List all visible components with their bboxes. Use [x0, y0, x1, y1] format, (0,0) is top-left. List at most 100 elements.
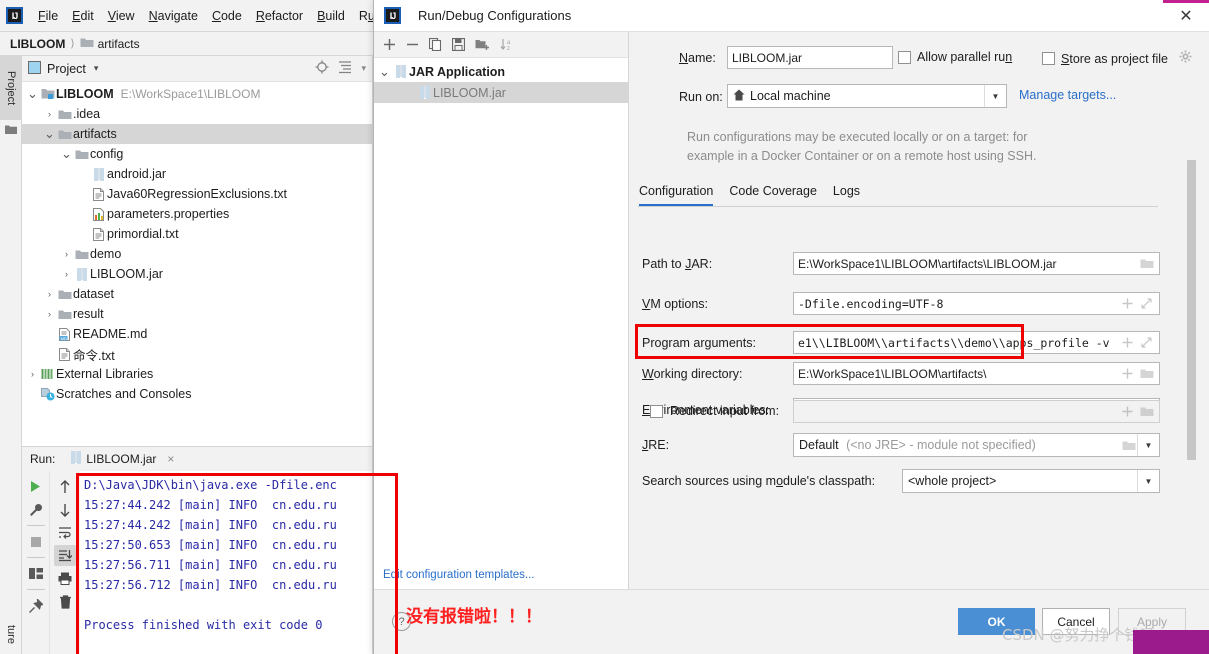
edit-configuration-templates-link[interactable]: Edit configuration templates... — [383, 569, 535, 581]
breadcrumb-item[interactable]: artifacts — [98, 37, 140, 51]
screenshot-root: IJ File Edit View Navigate Code Refactor… — [0, 0, 1209, 654]
chevron-down-icon[interactable]: ⌄ — [60, 147, 73, 160]
allow-parallel-run-checkbox[interactable] — [898, 50, 911, 64]
plus-icon[interactable] — [1119, 337, 1136, 348]
expand-icon[interactable] — [1138, 337, 1155, 348]
chevron-down-icon[interactable]: ▾ — [94, 63, 99, 74]
chevron-down-icon[interactable]: ▾ — [361, 63, 366, 74]
close-icon[interactable]: ✕ — [1163, 0, 1209, 32]
chevron-right-icon[interactable]: › — [60, 269, 73, 279]
tab-configuration[interactable]: Configuration — [639, 184, 714, 206]
print-icon[interactable] — [54, 568, 76, 589]
chevron-down-icon[interactable]: ⌄ — [377, 65, 392, 78]
tree-row[interactable]: Scratches and Consoles — [22, 384, 372, 404]
chevron-down-icon[interactable]: ⌄ — [26, 87, 39, 100]
tree-row[interactable]: parameters.properties — [22, 204, 372, 224]
tree-row[interactable]: › LIBLOOM.jar — [22, 264, 372, 284]
tree-row[interactable]: › dataset — [22, 284, 372, 304]
pin-icon[interactable] — [25, 595, 47, 616]
down-arrow-icon[interactable] — [54, 499, 76, 520]
jre-combobox[interactable]: Default (<no JRE> - module not specified… — [793, 433, 1160, 457]
tree-row[interactable]: › .idea — [22, 104, 372, 124]
folder-icon[interactable] — [1120, 440, 1137, 451]
field-label-0: Path to JAR: — [642, 257, 713, 271]
soft-wrap-icon[interactable] — [54, 522, 76, 543]
sidebar-item-structure[interactable]: ture — [0, 614, 22, 654]
menu-refactor[interactable]: Refactor — [249, 6, 310, 26]
tab-code-coverage[interactable]: Code Coverage — [729, 184, 817, 206]
plus-icon[interactable] — [1119, 298, 1136, 309]
field-input-0[interactable]: E:\WorkSpace1\LIBLOOM\artifacts\LIBLOOM.… — [793, 252, 1160, 275]
chevron-right-icon[interactable]: › — [43, 289, 56, 299]
field-input-2[interactable]: e1\\LIBLOOM\\artifacts\\demo\\apps_profi… — [793, 331, 1160, 354]
tree-row[interactable]: MD README.md — [22, 324, 372, 344]
menu-build[interactable]: Build — [310, 6, 352, 26]
chevron-down-icon[interactable]: ▼ — [1137, 470, 1159, 492]
tree-row[interactable]: ⌄ config — [22, 144, 372, 164]
gear-icon[interactable] — [1179, 50, 1193, 67]
menu-navigate[interactable]: Navigate — [142, 6, 205, 26]
tree-item-label: artifacts — [73, 127, 117, 141]
manage-targets-link[interactable]: Manage targets... — [1019, 88, 1116, 102]
scroll-to-end-icon[interactable] — [54, 545, 76, 566]
name-input[interactable]: LIBLOOM.jar — [727, 46, 893, 69]
wrench-icon[interactable] — [25, 499, 47, 520]
redirect-input-checkbox[interactable] — [650, 404, 663, 418]
sort-alphabetically-icon[interactable]: az — [500, 38, 514, 51]
folder-icon[interactable] — [1138, 368, 1155, 379]
chevron-down-icon[interactable]: ▼ — [984, 85, 1006, 107]
add-icon[interactable] — [383, 38, 396, 51]
tree-row[interactable]: primordial.txt — [22, 224, 372, 244]
tree-row[interactable]: 命令.txt — [22, 344, 372, 364]
console-output[interactable]: D:\Java\JDK\bin\java.exe -Dfile.enc 15:27… — [80, 471, 372, 654]
layout-icon[interactable] — [25, 563, 47, 584]
configuration-tree-row[interactable]: ⌄ JAR Application — [374, 61, 628, 82]
tree-row[interactable]: › External Libraries — [22, 364, 372, 384]
tab-logs[interactable]: Logs — [833, 184, 860, 206]
copy-icon[interactable] — [429, 38, 442, 51]
new-folder-icon[interactable] — [475, 38, 490, 51]
chevron-down-icon[interactable]: ▼ — [1137, 434, 1159, 456]
collapse-all-icon[interactable] — [338, 60, 352, 77]
locate-icon[interactable] — [315, 60, 329, 77]
tree-row[interactable]: › demo — [22, 244, 372, 264]
run-icon[interactable] — [25, 476, 47, 497]
folder-icon[interactable] — [1138, 406, 1155, 417]
redirect-input-field[interactable] — [793, 400, 1160, 423]
field-input-3[interactable]: E:\WorkSpace1\LIBLOOM\artifacts\ — [793, 362, 1160, 385]
stop-icon[interactable] — [25, 531, 47, 552]
search-sources-combobox[interactable]: <whole project> ▼ — [902, 469, 1160, 493]
folder-icon[interactable] — [1138, 258, 1155, 269]
field-input-1[interactable]: -Dfile.encoding=UTF-8 — [793, 292, 1160, 315]
up-arrow-icon[interactable] — [54, 476, 76, 497]
trash-icon[interactable] — [54, 591, 76, 612]
remove-icon[interactable] — [406, 38, 419, 51]
tree-row[interactable]: Java60RegressionExclusions.txt — [22, 184, 372, 204]
run-on-combobox[interactable]: Local machine ▼ — [727, 84, 1007, 108]
chevron-down-icon[interactable]: ⌄ — [43, 127, 56, 140]
tree-row[interactable]: › result — [22, 304, 372, 324]
save-icon[interactable] — [452, 38, 465, 51]
menu-code[interactable]: Code — [205, 6, 249, 26]
menu-edit[interactable]: Edit — [65, 6, 101, 26]
tree-row[interactable]: ⌄ artifacts — [22, 124, 372, 144]
tree-row[interactable]: android.jar — [22, 164, 372, 184]
store-as-project-file-checkbox[interactable] — [1042, 52, 1055, 65]
chevron-right-icon[interactable]: › — [43, 109, 56, 119]
chevron-right-icon[interactable]: › — [43, 309, 56, 319]
menu-file[interactable]: File — [31, 6, 65, 26]
menu-view[interactable]: View — [101, 6, 142, 26]
plus-icon[interactable] — [1119, 406, 1136, 417]
plus-icon[interactable] — [1119, 368, 1136, 379]
configuration-tree-row[interactable]: LIBLOOM.jar — [374, 82, 628, 103]
expand-icon[interactable] — [1138, 298, 1155, 309]
chevron-right-icon[interactable]: › — [26, 369, 39, 379]
chevron-right-icon[interactable]: › — [60, 249, 73, 259]
field-value-2: e1\\LIBLOOM\\artifacts\\demo\\apps_profi… — [798, 335, 1110, 350]
run-tab-libloom-jar[interactable]: LIBLOOM.jar × — [71, 451, 174, 467]
close-icon[interactable]: × — [167, 452, 174, 466]
configuration-scrollbar[interactable] — [1187, 160, 1196, 460]
tree-row[interactable]: ⌄ LIBLOOM E:\WorkSpace1\LIBLOOM — [22, 84, 372, 104]
breadcrumb-project[interactable]: LIBLOOM — [10, 37, 65, 51]
sidebar-item-project[interactable]: Project — [0, 56, 22, 120]
